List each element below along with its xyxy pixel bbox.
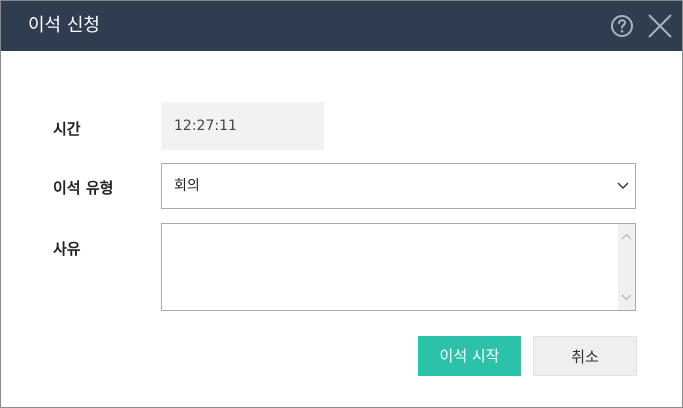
start-leave-button[interactable]: 이석 시작 <box>418 336 521 376</box>
chevron-down-icon <box>617 182 629 189</box>
cancel-button[interactable]: 취소 <box>533 336 637 376</box>
type-label: 이석 유형 <box>53 179 114 197</box>
scroll-down-icon[interactable] <box>621 294 632 301</box>
close-icon[interactable] <box>647 13 673 39</box>
reason-scrollbar[interactable] <box>618 224 635 310</box>
dialog-titlebar: 이석 신청 <box>1 1 682 51</box>
reason-label: 사유 <box>53 240 81 258</box>
help-icon[interactable] <box>610 14 634 38</box>
scroll-up-icon[interactable] <box>621 233 632 240</box>
time-label: 시간 <box>53 120 81 138</box>
time-field: 12:27:11 <box>161 102 324 150</box>
type-select-value: 회의 <box>174 178 200 194</box>
leave-request-dialog: 이석 신청 시간 12:27:11 이석 유형 회의 사유 이석 시작 취소 <box>0 0 683 408</box>
type-select[interactable]: 회의 <box>161 163 636 209</box>
dialog-title: 이석 신청 <box>28 15 100 36</box>
reason-textarea[interactable] <box>161 223 636 311</box>
